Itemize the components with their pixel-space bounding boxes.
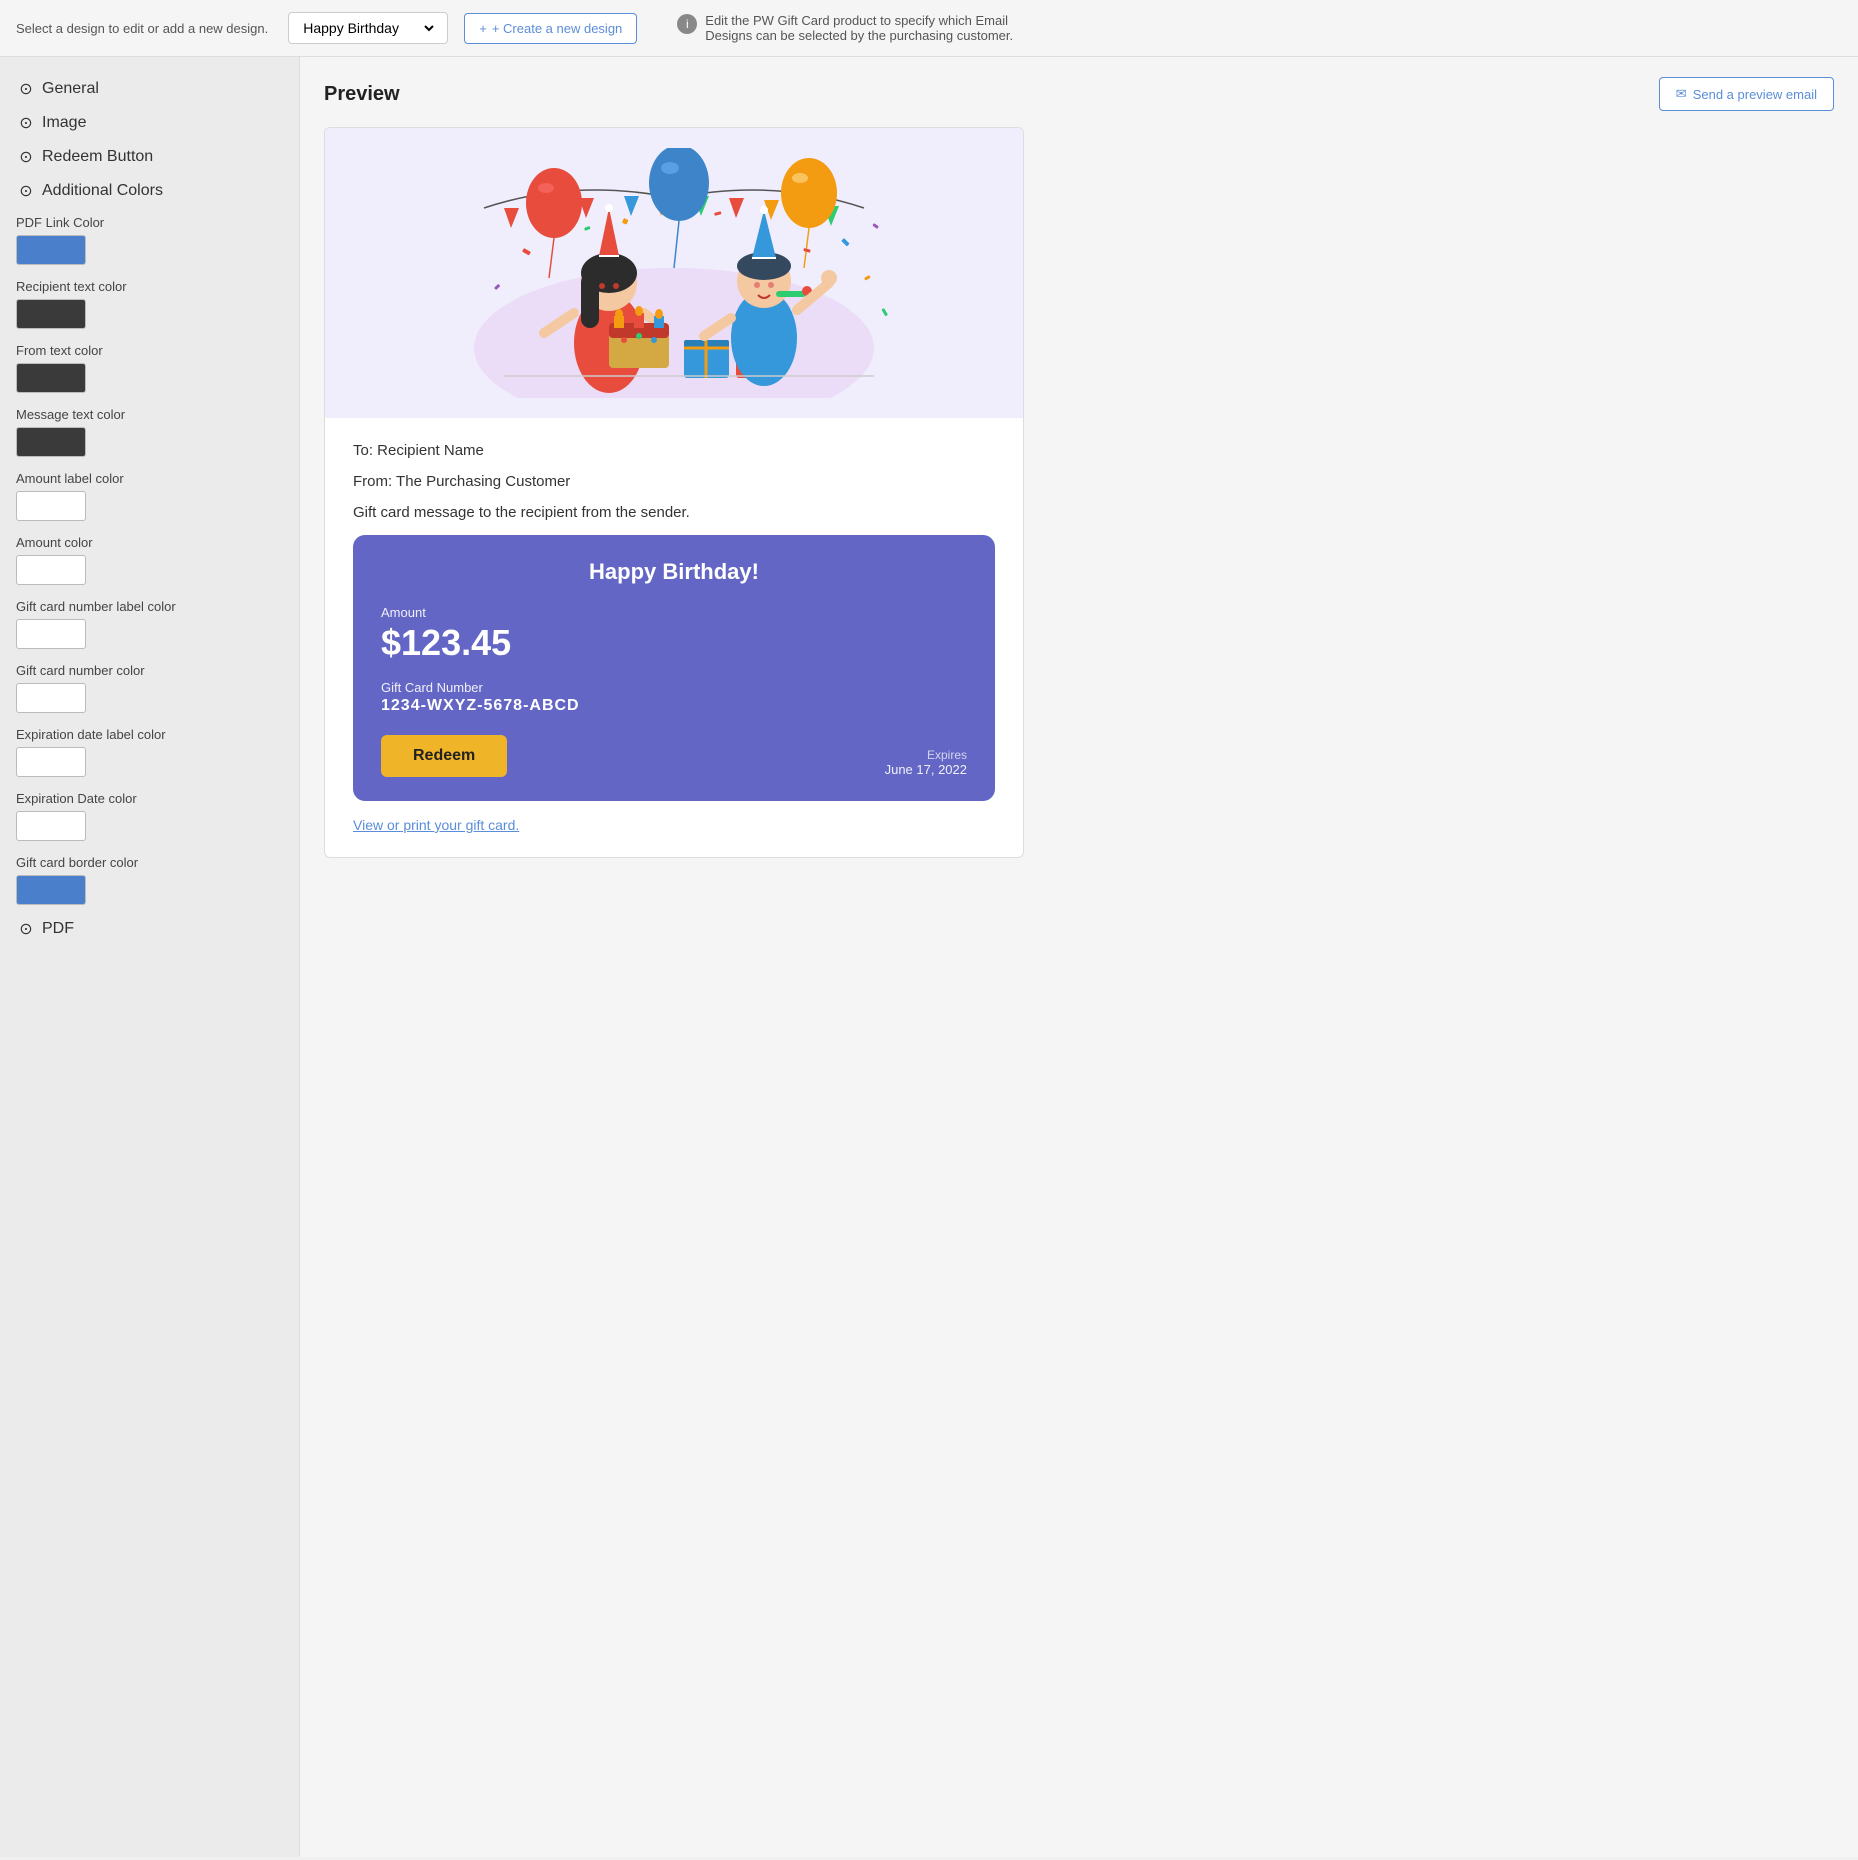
expiry-date-color-label: Expiration Date color bbox=[16, 791, 283, 806]
email-image-area bbox=[325, 128, 1023, 418]
main-layout: ⊙ General ⊙ Image ⊙ Redeem Button ⊙ Addi… bbox=[0, 57, 1858, 1857]
info-icon: i bbox=[677, 14, 697, 34]
birthday-illustration bbox=[424, 148, 924, 398]
amount-label-color-label: Amount label color bbox=[16, 471, 283, 486]
color-field-pdf-link: PDF Link Color bbox=[16, 215, 283, 265]
chevron-general-icon: ⊙ bbox=[16, 79, 36, 99]
gift-card-block: Happy Birthday! Amount $123.45 Gift Card… bbox=[353, 535, 995, 801]
gc-number-label-color-label: Gift card number label color bbox=[16, 599, 283, 614]
section-pdf-label: PDF bbox=[42, 920, 74, 938]
expires-block: Expires June 17, 2022 bbox=[885, 748, 967, 777]
color-field-gc-border: Gift card border color bbox=[16, 855, 283, 905]
gc-border-color-swatch[interactable] bbox=[16, 875, 86, 905]
view-print-link[interactable]: View or print your gift card. bbox=[353, 817, 519, 833]
design-select[interactable]: Happy Birthday bbox=[299, 19, 437, 37]
color-field-expiry-label: Expiration date label color bbox=[16, 727, 283, 777]
gift-card-number-label: Gift Card Number bbox=[381, 680, 967, 695]
gift-card-amount: $123.45 bbox=[381, 622, 967, 664]
expiry-date-color-swatch[interactable] bbox=[16, 811, 86, 841]
from-text-color-label: From text color bbox=[16, 343, 283, 358]
section-redeem-label: Redeem Button bbox=[42, 148, 153, 166]
pdf-link-color-swatch[interactable] bbox=[16, 235, 86, 265]
redeem-button[interactable]: Redeem bbox=[381, 735, 507, 777]
section-image-label: Image bbox=[42, 114, 86, 132]
email-preview-card: To: Recipient Name From: The Purchasing … bbox=[324, 127, 1024, 858]
chevron-pdf-icon: ⊙ bbox=[16, 919, 36, 939]
gift-card-number: 1234-WXYZ-5678-ABCD bbox=[381, 697, 967, 715]
create-design-label: + Create a new design bbox=[492, 21, 622, 36]
send-preview-label: Send a preview email bbox=[1693, 87, 1817, 102]
recipient-text-color-label: Recipient text color bbox=[16, 279, 283, 294]
section-image[interactable]: ⊙ Image bbox=[16, 113, 283, 133]
section-additional-colors[interactable]: ⊙ Additional Colors bbox=[16, 181, 283, 201]
sidebar: ⊙ General ⊙ Image ⊙ Redeem Button ⊙ Addi… bbox=[0, 57, 300, 1857]
expiry-label-color-label: Expiration date label color bbox=[16, 727, 283, 742]
content-area: Preview ✉ Send a preview email bbox=[300, 57, 1858, 1857]
expires-date: June 17, 2022 bbox=[885, 762, 967, 777]
color-field-from-text: From text color bbox=[16, 343, 283, 393]
select-label: Select a design to edit or add a new des… bbox=[16, 21, 268, 36]
info-text: Edit the PW Gift Card product to specify… bbox=[705, 13, 1057, 43]
email-from-line: From: The Purchasing Customer bbox=[353, 473, 995, 490]
amount-label-color-swatch[interactable] bbox=[16, 491, 86, 521]
section-general[interactable]: ⊙ General bbox=[16, 79, 283, 99]
preview-header: Preview ✉ Send a preview email bbox=[324, 77, 1834, 111]
amount-color-swatch[interactable] bbox=[16, 555, 86, 585]
gc-number-color-label: Gift card number color bbox=[16, 663, 283, 678]
color-field-recipient-text: Recipient text color bbox=[16, 279, 283, 329]
email-message-line: Gift card message to the recipient from … bbox=[353, 504, 995, 521]
gc-number-color-swatch[interactable] bbox=[16, 683, 86, 713]
create-design-button[interactable]: + + Create a new design bbox=[464, 13, 637, 44]
color-field-amount: Amount color bbox=[16, 535, 283, 585]
from-text-color-swatch[interactable] bbox=[16, 363, 86, 393]
gc-border-color-label: Gift card border color bbox=[16, 855, 283, 870]
gift-card-amount-label: Amount bbox=[381, 605, 967, 620]
design-select-wrapper[interactable]: Happy Birthday bbox=[288, 12, 448, 44]
email-body: To: Recipient Name From: The Purchasing … bbox=[325, 418, 1023, 857]
expires-label: Expires bbox=[885, 748, 967, 762]
color-field-expiry-date: Expiration Date color bbox=[16, 791, 283, 841]
top-bar: Select a design to edit or add a new des… bbox=[0, 0, 1858, 57]
color-field-gc-number-label: Gift card number label color bbox=[16, 599, 283, 649]
chevron-redeem-icon: ⊙ bbox=[16, 147, 36, 167]
color-field-amount-label: Amount label color bbox=[16, 471, 283, 521]
expiry-label-color-swatch[interactable] bbox=[16, 747, 86, 777]
recipient-text-color-swatch[interactable] bbox=[16, 299, 86, 329]
chevron-colors-icon: ⊙ bbox=[16, 181, 36, 201]
color-field-message-text: Message text color bbox=[16, 407, 283, 457]
envelope-icon: ✉ bbox=[1676, 86, 1687, 102]
gift-card-title: Happy Birthday! bbox=[381, 559, 967, 585]
preview-title: Preview bbox=[324, 83, 400, 106]
chevron-image-icon: ⊙ bbox=[16, 113, 36, 133]
section-pdf[interactable]: ⊙ PDF bbox=[16, 919, 283, 939]
email-to-line: To: Recipient Name bbox=[353, 442, 995, 459]
gc-number-label-color-swatch[interactable] bbox=[16, 619, 86, 649]
plus-icon: + bbox=[479, 21, 487, 36]
color-field-gc-number: Gift card number color bbox=[16, 663, 283, 713]
info-block: i Edit the PW Gift Card product to speci… bbox=[677, 13, 1057, 43]
message-text-color-swatch[interactable] bbox=[16, 427, 86, 457]
gift-card-footer: Redeem Expires June 17, 2022 bbox=[381, 735, 967, 777]
message-text-color-label: Message text color bbox=[16, 407, 283, 422]
pdf-link-color-label: PDF Link Color bbox=[16, 215, 283, 230]
section-general-label: General bbox=[42, 80, 99, 98]
send-preview-button[interactable]: ✉ Send a preview email bbox=[1659, 77, 1834, 111]
amount-color-label: Amount color bbox=[16, 535, 283, 550]
section-colors-label: Additional Colors bbox=[42, 182, 163, 200]
section-redeem-button[interactable]: ⊙ Redeem Button bbox=[16, 147, 283, 167]
